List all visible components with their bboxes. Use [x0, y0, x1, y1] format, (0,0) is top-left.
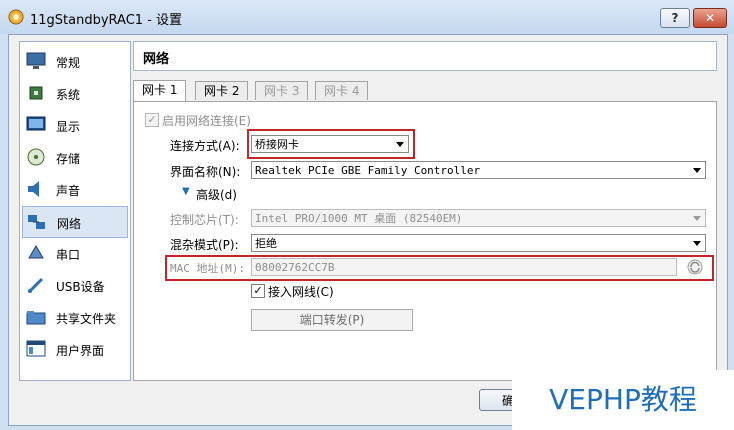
settings-sidebar: 常规 系统 显示 存储 声音 网络 串口 USB设备 共享文件夹 用户界面 [19, 41, 131, 381]
sidebar-item-network[interactable]: 网络 [22, 206, 128, 238]
speaker-icon [28, 181, 39, 197]
chip-icon [29, 86, 43, 100]
network-icon [28, 215, 45, 229]
sidebar-item-label: 系统 [56, 88, 81, 102]
enable-adapter-label: 启用网络连接(E) [162, 114, 251, 128]
attached-to-label: 连接方式(A): [170, 139, 240, 153]
display-icon [26, 116, 46, 131]
refresh-icon[interactable] [686, 258, 704, 276]
advanced-toggle[interactable]: 高级(d) [196, 186, 237, 203]
enable-adapter-checkbox[interactable]: ✓ [145, 113, 159, 127]
promiscuous-mode-value: 拒绝 [255, 237, 277, 250]
highlight-box [247, 129, 415, 159]
sidebar-item-usb[interactable]: USB设备 [22, 270, 126, 300]
adapter-type-label: 控制芯片(T): [170, 213, 239, 227]
cable-connected-checkbox[interactable]: ✓ [251, 284, 265, 298]
promiscuous-mode-select[interactable]: 拒绝 [251, 234, 706, 252]
tab-adapter-4[interactable]: 网卡 4 [315, 81, 369, 100]
sidebar-item-label: 共享文件夹 [56, 312, 117, 326]
chevron-down-icon [693, 241, 701, 246]
sidebar-item-label: 用户界面 [56, 344, 105, 358]
virtualbox-icon [8, 9, 24, 25]
window-icon [26, 340, 46, 357]
adapter-name-label: 界面名称(N): [170, 165, 241, 179]
mac-address-label: MAC 地址(M): [170, 262, 245, 275]
promiscuous-mode-label: 混杂模式(P): [170, 238, 239, 252]
cable-connected-label: 接入网线(C) [268, 285, 334, 299]
sidebar-item-label: USB设备 [56, 280, 105, 294]
usb-icon [28, 277, 44, 293]
title-bar: 11gStandbyRAC1 - 设置 ? ✕ [0, 0, 734, 34]
sidebar-item-user-interface[interactable]: 用户界面 [22, 334, 126, 364]
sidebar-item-storage[interactable]: 存储 [22, 142, 126, 172]
sidebar-item-display[interactable]: 显示 [22, 110, 126, 140]
page-title: 网络 [143, 52, 170, 67]
watermark: VEPHP教程 [512, 370, 734, 430]
mac-address-value: 08002762CC7B [255, 261, 335, 274]
sidebar-item-audio[interactable]: 声音 [22, 174, 126, 204]
sidebar-item-system[interactable]: 系统 [22, 78, 126, 108]
adapter-panel: ✓ 启用网络连接(E) 连接方式(A): 桥接网卡 界面名称(N): Realt… [133, 101, 717, 381]
mac-address-field[interactable]: 08002762CC7B [251, 258, 677, 276]
monitor-icon [26, 52, 46, 69]
tab-adapter-2[interactable]: 网卡 2 [195, 81, 249, 100]
sidebar-item-general[interactable]: 常规 [22, 46, 126, 76]
close-button[interactable]: ✕ [693, 8, 727, 28]
adapter-type-select[interactable]: Intel PRO/1000 MT 桌面 (82540EM) [251, 209, 706, 227]
sidebar-item-label: 网络 [57, 217, 82, 231]
page-title-box: 网络 [133, 41, 717, 71]
sidebar-item-shared-folders[interactable]: 共享文件夹 [22, 302, 126, 332]
sidebar-item-label: 串口 [56, 248, 81, 262]
chevron-down-icon [693, 168, 701, 173]
adapter-name-select[interactable]: Realtek PCIe GBE Family Controller [251, 161, 706, 179]
sidebar-item-label: 显示 [56, 120, 81, 134]
sidebar-item-label: 常规 [56, 56, 81, 70]
serial-port-icon [28, 245, 44, 259]
help-button[interactable]: ? [660, 8, 690, 28]
port-forwarding-button[interactable]: 端口转发(P) [251, 309, 413, 331]
expand-triangle-icon[interactable]: ▼ [182, 186, 190, 197]
disc-icon [27, 148, 45, 166]
sidebar-item-label: 存储 [56, 152, 81, 166]
window-title: 11gStandbyRAC1 - 设置 [30, 13, 183, 28]
adapter-name-value: Realtek PCIe GBE Family Controller [255, 164, 481, 177]
sidebar-item-label: 声音 [56, 184, 81, 198]
tab-adapter-1[interactable]: 网卡 1 [133, 80, 187, 101]
dialog-body: 常规 系统 显示 存储 声音 网络 串口 USB设备 共享文件夹 用户界面 网络… [8, 34, 728, 426]
chevron-down-icon [693, 216, 701, 221]
folder-icon [26, 311, 46, 325]
tab-adapter-3[interactable]: 网卡 3 [255, 81, 309, 100]
adapter-type-value: Intel PRO/1000 MT 桌面 (82540EM) [255, 212, 463, 225]
sidebar-item-serial[interactable]: 串口 [22, 238, 126, 268]
